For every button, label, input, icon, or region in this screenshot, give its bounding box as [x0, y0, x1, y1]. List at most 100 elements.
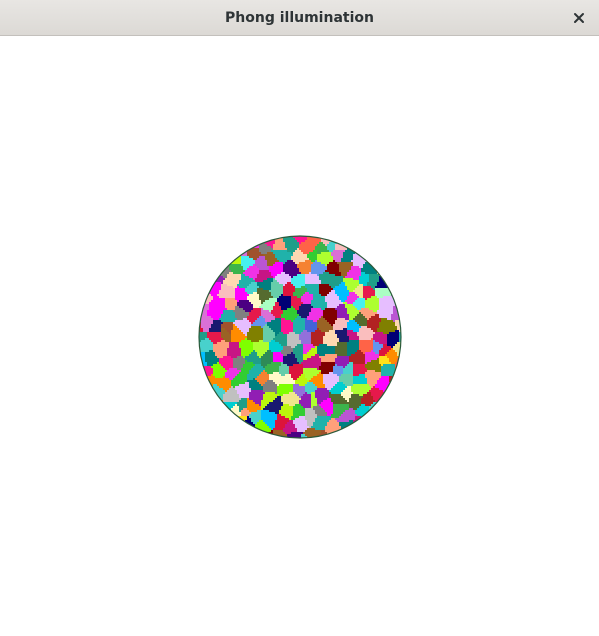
facet [223, 322, 233, 324]
facet [385, 390, 397, 392]
facet [321, 402, 333, 404]
facet [261, 252, 267, 254]
facet [385, 274, 387, 276]
facet [229, 272, 233, 274]
facet [201, 408, 215, 410]
facet [395, 258, 401, 260]
facet [365, 374, 381, 376]
facet [223, 402, 237, 404]
facet [303, 294, 313, 296]
title-bar[interactable]: Phong illumination [0, 0, 599, 36]
facet [393, 282, 401, 284]
facet [309, 426, 311, 428]
facet [333, 288, 347, 290]
facet [219, 360, 233, 362]
facet [269, 378, 293, 380]
facet [265, 300, 277, 302]
facet [311, 348, 317, 350]
facet [253, 264, 255, 266]
facet [201, 410, 217, 412]
facet [379, 358, 389, 360]
facet [375, 260, 377, 262]
facet [291, 302, 303, 304]
facet [251, 434, 263, 436]
facet [365, 254, 369, 256]
facet [349, 338, 359, 340]
facet [239, 342, 253, 344]
facet [289, 372, 303, 374]
facet [343, 276, 345, 278]
facet [245, 338, 247, 340]
facet [275, 276, 291, 278]
facet [333, 256, 343, 258]
facet [319, 372, 321, 374]
facet [339, 338, 349, 340]
facet [229, 368, 237, 370]
sphere-render [198, 235, 403, 439]
facet [295, 380, 309, 382]
facet [325, 298, 339, 300]
facet [401, 308, 403, 310]
facet [293, 292, 305, 294]
facet [239, 394, 249, 396]
facet [283, 394, 297, 396]
facet [361, 398, 373, 400]
facet [299, 246, 315, 248]
facet [199, 398, 203, 400]
facet [385, 392, 397, 394]
facet [387, 430, 391, 432]
facet [299, 402, 311, 404]
facet [275, 424, 285, 426]
facet [275, 256, 291, 258]
facet [199, 356, 205, 358]
facet [251, 388, 263, 390]
facet [289, 366, 303, 368]
facet [303, 370, 321, 372]
facet [231, 386, 233, 388]
facet [219, 290, 235, 292]
facet [353, 408, 357, 410]
facet [359, 312, 361, 314]
facet [379, 322, 395, 324]
facet [349, 314, 357, 316]
facet [357, 334, 373, 336]
facet [335, 308, 347, 310]
facet [273, 380, 295, 382]
facet [367, 370, 375, 372]
facet [343, 278, 353, 280]
facet [333, 328, 343, 330]
facet [245, 290, 257, 292]
facet [199, 416, 223, 418]
facet [389, 418, 401, 420]
facet [213, 364, 221, 366]
facet [321, 370, 333, 372]
facet [339, 268, 351, 270]
facet [363, 248, 373, 250]
facet [359, 328, 371, 330]
facet [261, 402, 269, 404]
facet [293, 260, 305, 262]
facet [271, 286, 283, 288]
facet [237, 286, 239, 288]
facet [241, 412, 251, 414]
facet [255, 402, 261, 404]
facet [203, 290, 207, 292]
facet [243, 332, 247, 334]
close-icon[interactable] [573, 12, 585, 24]
close-button[interactable] [567, 6, 591, 30]
facet [349, 406, 359, 408]
facet [199, 364, 201, 366]
facet [217, 264, 221, 266]
facet [319, 366, 333, 368]
facet [213, 344, 229, 346]
facet [249, 430, 253, 432]
facet [359, 330, 373, 332]
facet [261, 236, 277, 238]
facet [263, 354, 273, 356]
facet [321, 362, 335, 364]
facet [233, 272, 243, 274]
facet [263, 336, 275, 338]
facet [387, 340, 399, 342]
facet [289, 418, 291, 420]
facet [389, 358, 397, 360]
